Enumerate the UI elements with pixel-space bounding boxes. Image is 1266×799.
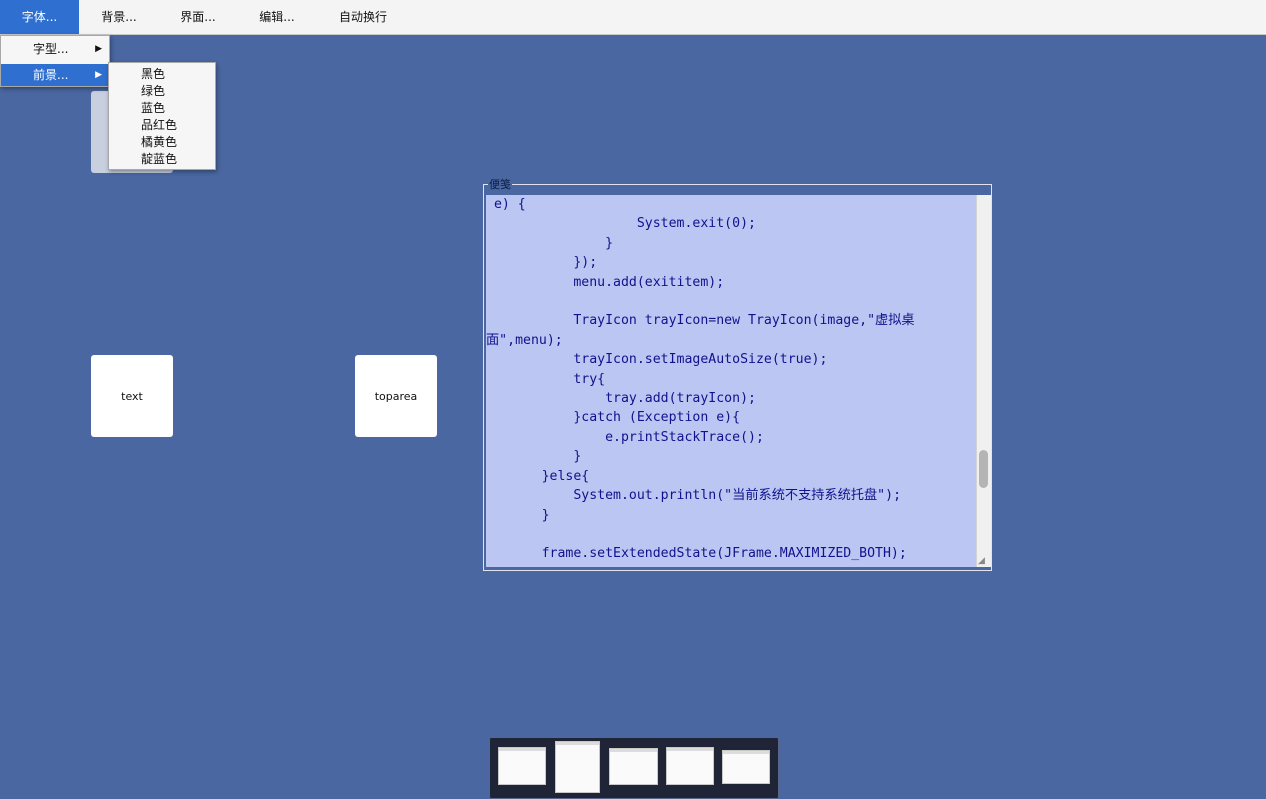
dock-window-thumbnail[interactable]: [722, 750, 770, 784]
dock-window-thumbnail[interactable]: [555, 741, 600, 793]
menu-edit[interactable]: 编辑...: [237, 0, 317, 34]
color-option-orange[interactable]: 橘黄色: [109, 134, 215, 151]
menu-auto-wrap[interactable]: 自动换行: [317, 0, 409, 34]
color-option-label: 黑色: [141, 67, 166, 81]
notepad-title: 便笺: [488, 178, 512, 192]
color-option-label: 品红色: [141, 118, 178, 132]
color-option-blue[interactable]: 蓝色: [109, 100, 215, 117]
color-option-black[interactable]: 黑色: [109, 66, 215, 83]
menu-bar: 字体... 背景... 界面... 编辑... 自动换行: [0, 0, 1266, 35]
submenu-arrow-icon: ▶: [95, 70, 102, 80]
notepad-text-area[interactable]: e) { System.exit(0); } }); menu.add(exit…: [486, 195, 976, 567]
text-tile-label: text: [121, 389, 143, 403]
menu-item-typeface-label: 字型...: [33, 42, 69, 56]
color-option-label: 蓝色: [141, 101, 166, 115]
menu-item-foreground[interactable]: 前景... ▶: [1, 64, 109, 86]
resize-grip-icon[interactable]: ◢: [978, 556, 985, 566]
color-option-magenta[interactable]: 品红色: [109, 117, 215, 134]
menu-background[interactable]: 背景...: [79, 0, 159, 34]
color-option-label: 橘黄色: [141, 135, 178, 149]
menu-item-foreground-label: 前景...: [33, 68, 69, 82]
menu-interface[interactable]: 界面...: [159, 0, 237, 34]
dock-window-thumbnail[interactable]: [666, 747, 714, 785]
menu-font[interactable]: 字体...: [0, 0, 79, 34]
toparea-tile[interactable]: toparea: [355, 355, 437, 437]
window-dock: [489, 737, 779, 799]
color-option-green[interactable]: 绿色: [109, 83, 215, 100]
submenu-arrow-icon: ▶: [95, 44, 102, 54]
color-option-indigo[interactable]: 靛蓝色: [109, 151, 215, 168]
dock-window-thumbnail[interactable]: [498, 747, 546, 785]
code-text: e) { System.exit(0); } }); menu.add(exit…: [486, 197, 915, 562]
dock-window-thumbnail[interactable]: [609, 748, 658, 785]
scroll-thumb[interactable]: [979, 450, 988, 488]
font-dropdown-menu: 字型... ▶ 前景... ▶: [0, 35, 110, 87]
menu-item-typeface[interactable]: 字型... ▶: [1, 38, 109, 60]
foreground-color-submenu: 黑色 绿色 蓝色 品红色 橘黄色 靛蓝色: [108, 62, 216, 170]
vertical-scrollbar[interactable]: [976, 195, 991, 567]
color-option-label: 绿色: [141, 84, 166, 98]
text-tile[interactable]: text: [91, 355, 173, 437]
color-option-label: 靛蓝色: [141, 152, 178, 166]
toparea-tile-label: toparea: [374, 389, 418, 403]
